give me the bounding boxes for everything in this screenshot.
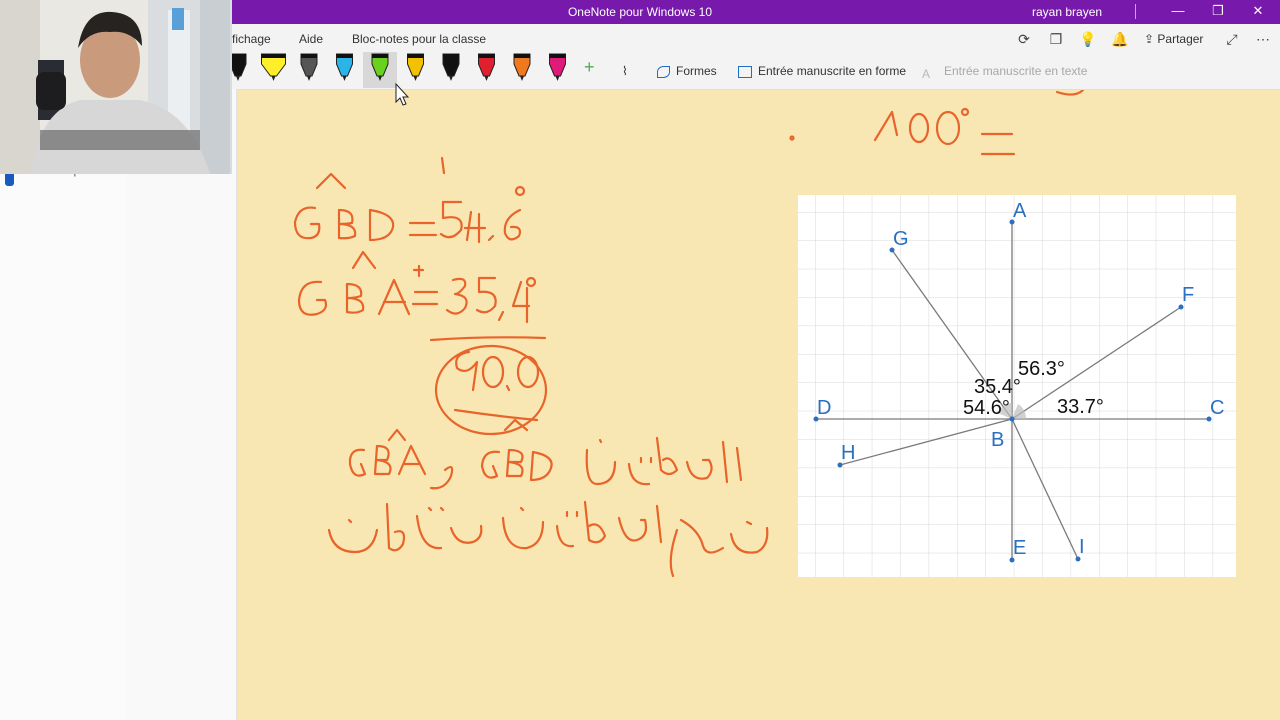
point-label-e: E: [1013, 537, 1026, 559]
webcam-overlay: [0, 0, 232, 174]
shapes-label: Formes: [676, 64, 717, 78]
shapes-button[interactable]: Formes: [657, 62, 717, 80]
geometry-figure[interactable]: A B C D E F G H I 56.3° 35.4° 54.6° 33.7…: [798, 195, 1236, 577]
point-label-c: C: [1210, 397, 1224, 419]
yellow-highlighter-icon[interactable]: [261, 53, 286, 81]
shapes-icon: [657, 65, 670, 78]
add-pen-button[interactable]: +: [584, 58, 595, 76]
point-label-i: I: [1079, 536, 1085, 558]
ink-to-text-label: Entrée manuscrite en texte: [944, 64, 1088, 78]
point-label-h: H: [841, 442, 855, 464]
point-label-f: F: [1182, 284, 1194, 306]
green-pen-icon[interactable]: [371, 53, 389, 81]
angle-label-gbd: 54.6°: [963, 397, 1010, 419]
yellow-pen-icon[interactable]: [407, 53, 424, 81]
user-name[interactable]: rayan brayen: [1032, 5, 1102, 19]
notebook-nav-panel: [0, 89, 127, 720]
gray-pen-icon[interactable]: [300, 53, 318, 81]
minimize-button[interactable]: —: [1158, 0, 1198, 24]
point-label-a: A: [1013, 200, 1027, 222]
point-label-g: G: [893, 228, 909, 250]
lasso-icon: ⌇: [622, 64, 628, 78]
point-label-d: D: [817, 397, 831, 419]
page-list-panel: [126, 89, 237, 720]
black-pen-2-icon[interactable]: [442, 53, 460, 81]
black-pen-icon[interactable]: [229, 53, 247, 81]
section-color-marker: [5, 172, 14, 186]
restore-button[interactable]: ❐: [1198, 0, 1238, 24]
magenta-pen-icon[interactable]: [549, 53, 566, 81]
red-pen-icon[interactable]: [478, 53, 495, 81]
close-button[interactable]: ✕: [1238, 0, 1278, 24]
angle-label-abf: 56.3°: [1018, 358, 1065, 380]
ink-to-text-button[interactable]: A Entrée manuscrite en texte: [922, 62, 1088, 81]
ink-to-text-icon: A: [922, 66, 931, 81]
mouse-cursor: [395, 83, 410, 106]
lasso-button[interactable]: ⌇: [622, 62, 628, 80]
ink-to-shape-button[interactable]: Entrée manuscrite en forme: [738, 62, 906, 80]
point-label-b: B: [991, 429, 1004, 451]
cyan-pen-icon[interactable]: [336, 53, 353, 81]
orange-pen-icon[interactable]: [513, 53, 531, 81]
geometry-figure-svg: A B C D E F G H I 56.3° 35.4° 54.6° 33.7…: [798, 195, 1236, 577]
angle-label-gba: 35.4°: [974, 376, 1021, 398]
webcam-image: [0, 0, 232, 174]
ink-to-shape-icon: [738, 65, 752, 78]
ink-to-shape-label: Entrée manuscrite en forme: [758, 64, 907, 78]
angle-label-fbc: 33.7°: [1057, 396, 1104, 418]
title-separator: [1135, 4, 1136, 19]
